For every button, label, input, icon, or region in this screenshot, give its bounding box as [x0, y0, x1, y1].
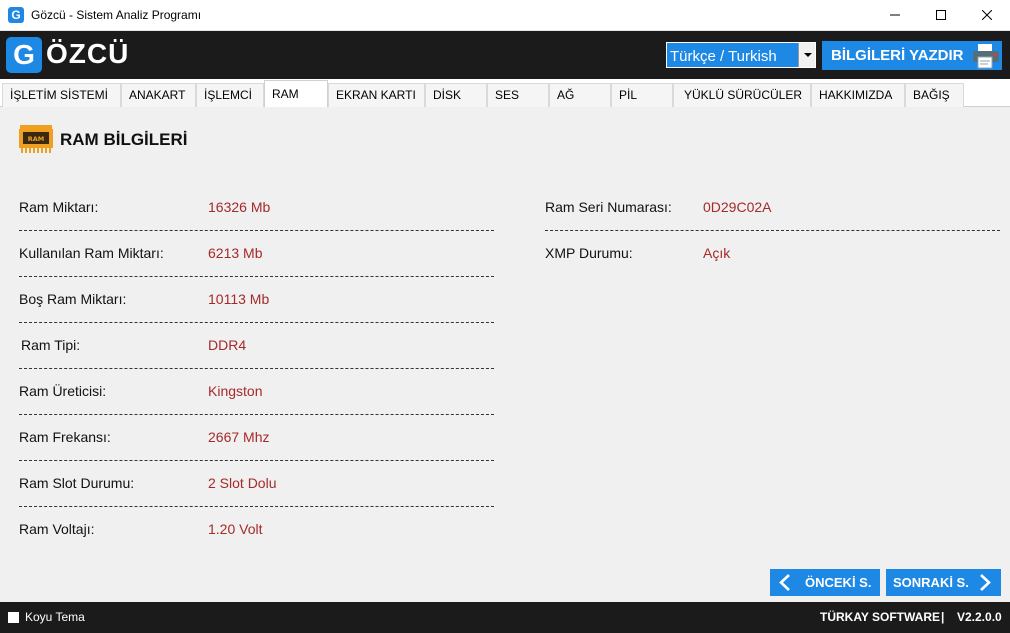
tab-anakart[interactable]: ANAKART	[121, 83, 196, 107]
ram-slot-status-label: Ram Slot Durumu:	[19, 475, 135, 491]
free-ram-value: 10113 Mb	[208, 291, 270, 307]
app-version: V2.2.0.0	[957, 610, 1002, 624]
previous-page-button[interactable]: ÖNCEKİ S.	[770, 569, 880, 596]
ram-type-value: DDR4	[208, 337, 247, 353]
logo-letter: G	[6, 37, 42, 73]
divider	[19, 276, 494, 277]
used-ram-label: Kullanılan Ram Miktarı:	[19, 245, 164, 261]
tab-bar: İŞLETİM SİSTEMİ ANAKART İŞLEMCİ RAM EKRA…	[0, 79, 1010, 107]
tab-ag[interactable]: AĞ	[549, 83, 611, 107]
ram-voltage-value: 1.20 Volt	[208, 521, 263, 537]
tab-ram[interactable]: RAM	[264, 80, 328, 107]
ram-manufacturer-label: Ram Üreticisi:	[19, 383, 107, 399]
footer-separator: |	[941, 610, 945, 624]
minimize-icon	[890, 14, 900, 16]
logo-word: ÖZCÜ	[46, 38, 130, 69]
dark-theme-label[interactable]: Koyu Tema	[25, 610, 85, 624]
divider	[19, 460, 494, 461]
chevron-right-icon	[980, 574, 991, 591]
next-page-button[interactable]: SONRAKİ S.	[886, 569, 1001, 596]
tab-yuklu-suruculer[interactable]: YÜKLÜ SÜRÜCÜLER	[673, 83, 811, 107]
tab-hakkimizda[interactable]: HAKKIMIZDA	[811, 83, 905, 107]
ram-amount-label: Ram Miktarı:	[19, 199, 99, 215]
dark-theme-checkbox[interactable]	[8, 612, 19, 623]
xmp-status-value: Açık	[703, 245, 731, 261]
ram-serial-value: 0D29C02A	[703, 199, 772, 215]
used-ram-value: 6213 Mb	[208, 245, 263, 261]
tab-islemci[interactable]: İŞLEMCİ	[196, 83, 264, 107]
next-page-label: SONRAKİ S.	[893, 575, 969, 590]
ram-serial-label: Ram Seri Numarası:	[545, 199, 672, 215]
chevron-left-icon	[779, 574, 790, 591]
tab-pil[interactable]: PİL	[611, 83, 673, 107]
chevron-down-icon[interactable]	[798, 43, 815, 67]
previous-page-label: ÖNCEKİ S.	[805, 575, 872, 590]
ram-manufacturer-value: Kingston	[208, 383, 263, 399]
ram-frequency-label: Ram Frekansı:	[19, 429, 111, 445]
ram-frequency-value: 2667 Mhz	[208, 429, 270, 445]
close-button[interactable]	[964, 0, 1010, 30]
print-info-button[interactable]: BİLGİLERİ YAZDIR	[822, 41, 1002, 70]
ram-type-label: Ram Tipi:	[21, 337, 81, 353]
ram-chip-icon: RAM	[19, 125, 53, 153]
ram-voltage-label: Ram Voltajı:	[19, 521, 95, 537]
divider	[19, 322, 494, 323]
window-title: Gözcü - Sistem Analiz Programı	[31, 8, 202, 22]
section-title: RAM BİLGİLERİ	[60, 130, 188, 149]
minimize-button[interactable]	[872, 0, 918, 30]
tab-bagis[interactable]: BAĞIŞ	[905, 83, 964, 107]
tab-ekran-karti[interactable]: EKRAN KARTI	[328, 83, 425, 107]
ram-slot-status-value: 2 Slot Dolu	[208, 475, 277, 491]
divider	[19, 368, 494, 369]
maximize-icon	[936, 10, 946, 20]
xmp-status-label: XMP Durumu:	[545, 245, 633, 261]
title-bar: G Gözcü - Sistem Analiz Programı	[0, 0, 1010, 31]
ram-amount-value: 16326 Mb	[208, 199, 271, 215]
close-icon	[982, 10, 992, 20]
divider	[19, 230, 494, 231]
divider	[19, 506, 494, 507]
tab-disk[interactable]: DİSK	[425, 83, 487, 107]
language-select[interactable]: Türkçe / Turkish	[666, 42, 816, 68]
printer-icon	[973, 44, 999, 69]
divider	[545, 230, 1000, 231]
divider	[19, 414, 494, 415]
ram-icon-text: RAM	[28, 135, 45, 143]
language-select-value: Türkçe / Turkish	[670, 48, 777, 65]
tab-content	[0, 107, 1010, 602]
print-info-label: BİLGİLERİ YAZDIR	[831, 47, 964, 64]
app-icon: G	[8, 7, 24, 23]
free-ram-label: Boş Ram Miktarı:	[19, 291, 127, 307]
tab-isletim-sistemi[interactable]: İŞLETİM SİSTEMİ	[2, 83, 121, 107]
tab-ses[interactable]: SES	[487, 83, 549, 107]
maximize-button[interactable]	[918, 0, 964, 30]
company-name: TÜRKAY SOFTWARE	[820, 610, 941, 624]
